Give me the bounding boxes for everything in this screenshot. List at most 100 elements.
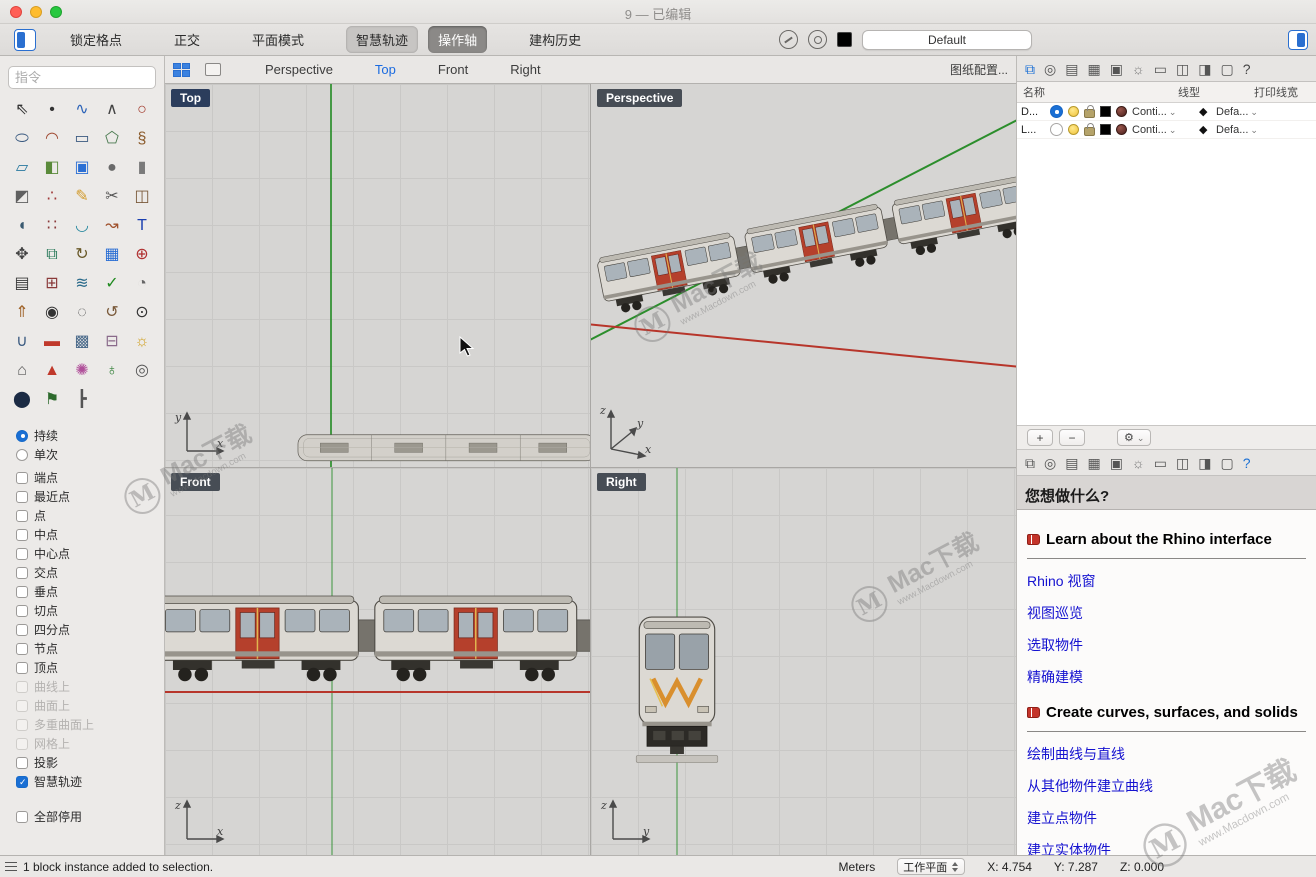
shade-icon[interactable]: ◩: [7, 182, 37, 211]
zoom-select-icon[interactable]: ◉: [37, 298, 67, 327]
help-link[interactable]: 建立点物件: [1027, 809, 1306, 828]
layer-row[interactable]: D... Conti... Defa...: [1017, 103, 1316, 121]
help-link[interactable]: 视图巡览: [1027, 604, 1306, 623]
pencil-icon[interactable]: ✎: [67, 182, 97, 211]
pointcloud-icon[interactable]: ∴: [37, 182, 67, 211]
blocks-icon[interactable]: ▦: [1087, 62, 1100, 76]
command-input[interactable]: [8, 66, 156, 89]
wire-sphere-icon[interactable]: ◎: [127, 356, 157, 385]
grid-snap-icon[interactable]: ▤: [7, 269, 37, 298]
layer-lock-icon[interactable]: [1084, 127, 1095, 136]
train-model-top-view[interactable]: [297, 431, 590, 464]
surface-icon[interactable]: ▱: [7, 153, 37, 182]
osnap-checkbox[interactable]: 点: [16, 506, 164, 525]
layer-printwidth-dropdown[interactable]: Defa...: [1216, 124, 1312, 136]
cylinder-icon[interactable]: ▮: [127, 153, 157, 182]
layer-row[interactable]: L... Conti... Defa...: [1017, 121, 1316, 139]
viewport-label[interactable]: Top: [171, 89, 210, 107]
help-link[interactable]: Create curves, surfaces, and solids: [1027, 703, 1306, 732]
train-model-right-view[interactable]: [627, 614, 727, 776]
trim-icon[interactable]: ✂: [97, 182, 127, 211]
viewport-tab[interactable]: Front: [438, 62, 468, 77]
osnap-checkbox[interactable]: 曲线上: [16, 677, 164, 696]
ellipse-icon[interactable]: ⬭: [7, 124, 37, 153]
help-link[interactable]: 选取物件: [1027, 636, 1306, 655]
layers-icon[interactable]: ⧉: [1025, 456, 1035, 470]
analyze-icon[interactable]: ◔: [127, 269, 157, 298]
layer-color-swatch[interactable]: [1100, 106, 1111, 117]
osnap-checkbox[interactable]: 交点: [16, 563, 164, 582]
osnap-checkbox[interactable]: 中点: [16, 525, 164, 544]
globe-icon[interactable]: ♁: [97, 356, 127, 385]
layer-material-icon[interactable]: [1116, 124, 1127, 135]
loft-icon[interactable]: ◧: [37, 153, 67, 182]
osnap-checkbox[interactable]: 切点: [16, 601, 164, 620]
viewport-top[interactable]: Top y x: [165, 84, 590, 467]
osnap-checkbox[interactable]: 垂点: [16, 582, 164, 601]
car-icon[interactable]: ▬: [37, 327, 67, 356]
active-layer-color-swatch[interactable]: [837, 32, 852, 47]
monitor-icon[interactable]: ▢: [1220, 62, 1233, 76]
osnap-checkbox[interactable]: 多重曲面上: [16, 715, 164, 734]
layer-printwidth-dropdown[interactable]: Defa...: [1216, 106, 1312, 118]
rotate-icon[interactable]: ↻: [67, 240, 97, 269]
osnap-checkbox[interactable]: 四分点: [16, 620, 164, 639]
viewport-tab[interactable]: Top: [375, 62, 396, 77]
layer-settings-button[interactable]: ⚙: [1117, 429, 1151, 446]
target-icon[interactable]: [808, 30, 827, 49]
monitor-icon[interactable]: ▢: [1220, 456, 1233, 470]
help-link[interactable]: 建立实体物件: [1027, 841, 1306, 855]
osnap-checkbox[interactable]: 曲面上: [16, 696, 164, 715]
units-label[interactable]: Meters: [839, 860, 876, 874]
viewport-label[interactable]: Perspective: [597, 89, 682, 107]
polyline-icon[interactable]: ∧: [97, 95, 127, 124]
help-icon[interactable]: ?: [1243, 456, 1251, 470]
circle-icon[interactable]: ○: [127, 95, 157, 124]
camera-icon[interactable]: ▣: [1110, 62, 1123, 76]
help-link[interactable]: 从其他物件建立曲线: [1027, 777, 1306, 796]
dashed-circle-icon[interactable]: ◌: [67, 298, 97, 327]
solid-box-icon[interactable]: ▦: [97, 240, 127, 269]
viewport-tab[interactable]: Right: [510, 62, 540, 77]
viewport-label[interactable]: Front: [171, 473, 220, 491]
mesh-icon[interactable]: ▩: [67, 327, 97, 356]
osnap-checkbox[interactable]: 网格上: [16, 734, 164, 753]
toolbar-button[interactable]: 建构历史: [519, 26, 591, 53]
box-icon[interactable]: ▣: [67, 153, 97, 182]
layer-name[interactable]: D...: [1021, 106, 1045, 118]
current-layer-radio[interactable]: [1050, 123, 1063, 136]
flow-icon[interactable]: ↝: [97, 211, 127, 240]
column-header-linetype[interactable]: 线型: [1178, 84, 1254, 100]
check-icon[interactable]: ✓: [97, 269, 127, 298]
osnap-checkbox[interactable]: 端点: [16, 468, 164, 487]
viewport-tab[interactable]: Perspective: [265, 62, 333, 77]
column-header-printwidth[interactable]: 打印线宽: [1254, 84, 1310, 100]
ellipsoid-icon[interactable]: ◖: [7, 211, 37, 240]
disable-all-checkbox[interactable]: 全部停用: [16, 807, 164, 826]
split-icon[interactable]: ◫: [127, 182, 157, 211]
magnify-icon[interactable]: ⊙: [127, 298, 157, 327]
print-color-diamond-icon[interactable]: [1199, 123, 1211, 136]
layer-dropdown[interactable]: Default: [862, 30, 1032, 50]
current-layer-radio[interactable]: [1050, 105, 1063, 118]
point-icon[interactable]: •: [37, 95, 67, 124]
dots-icon[interactable]: ∷: [37, 211, 67, 240]
sheet-icon[interactable]: ▭: [1154, 456, 1167, 470]
sheet-icon[interactable]: ▭: [1154, 62, 1167, 76]
box-icon[interactable]: ◫: [1176, 62, 1189, 76]
viewport-right[interactable]: Right z y: [591, 468, 1016, 855]
blend-icon[interactable]: ◡: [67, 211, 97, 240]
display-icon[interactable]: ◨: [1198, 456, 1211, 470]
sphere-icon[interactable]: ●: [97, 153, 127, 182]
help-link[interactable]: 绘制曲线与直线: [1027, 745, 1306, 764]
single-view-layout-icon[interactable]: [205, 63, 221, 76]
materials-icon[interactable]: ◎: [1044, 456, 1056, 470]
colorwheel-icon[interactable]: ✺: [67, 356, 97, 385]
display-icon[interactable]: ◨: [1198, 62, 1211, 76]
layers-icon[interactable]: ⧉: [1025, 62, 1035, 76]
move-icon[interactable]: ✥: [7, 240, 37, 269]
notes-icon[interactable]: ▤: [1065, 62, 1078, 76]
osnap-mode-persistent[interactable]: 持续: [16, 426, 164, 445]
osnap-checkbox[interactable]: 顶点: [16, 658, 164, 677]
curve-boolean-icon[interactable]: ∪: [7, 327, 37, 356]
